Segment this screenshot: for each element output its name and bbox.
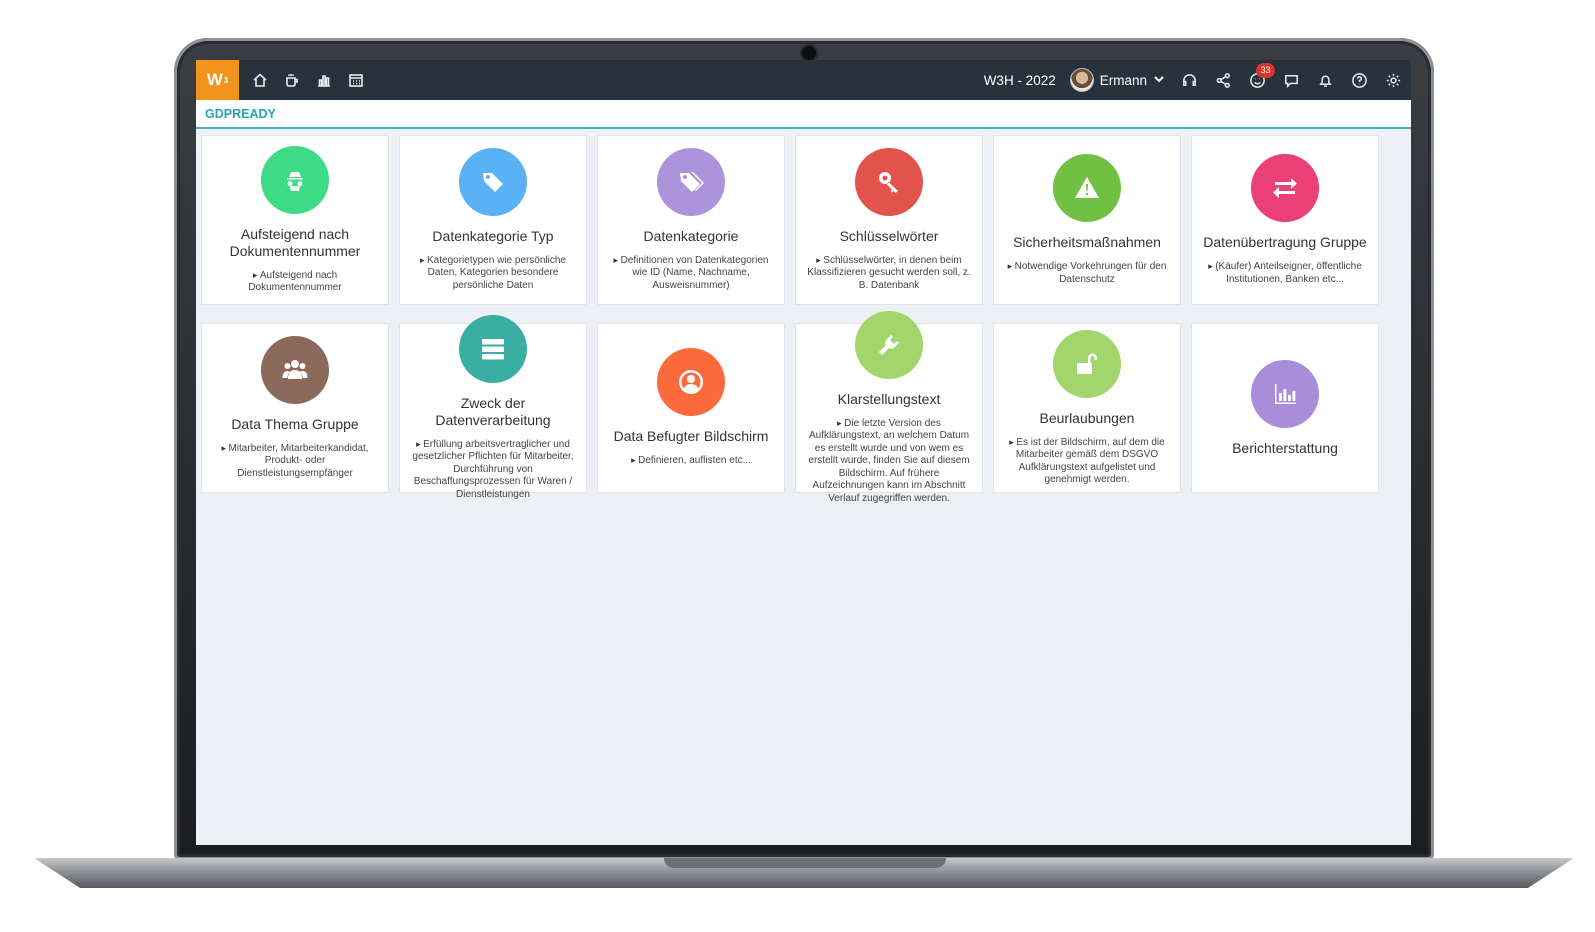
coffee-icon[interactable] [283,71,301,89]
module-icon-circle [1053,329,1121,398]
module-card-description: (Käufer) Anteilseigner, öffentliche Inst… [1200,260,1370,286]
module-header: GDPREADY [196,100,1411,129]
report-chart-icon [1275,383,1296,404]
tag-icon [483,172,503,192]
top-bar-right: W3H - 2022 Ermann 33 [984,63,1411,92]
module-card-title: Data Befugter Bildschirm [613,428,769,445]
module-icon-circle [1251,154,1319,222]
module-card-title: Klarstellungstext [837,390,941,407]
plug-icon [879,334,899,355]
module-card[interactable]: Aufsteigend nach Dokumentennummer Aufstei… [201,135,389,305]
server-icon [482,338,504,360]
module-icon-circle [657,147,725,216]
app-screen: W3 W3H - 2022 Ermann 33 GDPREADY Aufstei… [196,60,1411,845]
module-card-description: Kategorietypen wie persönliche Daten, Ka… [408,254,578,293]
module-card[interactable]: Zweck der Datenverarbeitung Erfüllung arb… [399,314,587,500]
module-card[interactable]: Beurlaubungen Es ist der Bildschirm, auf … [993,323,1181,493]
unlock-icon [1077,353,1097,374]
key-icon [879,171,898,193]
smiley-icon[interactable]: 33 [1247,63,1275,90]
help-icon[interactable] [1349,70,1369,90]
exchange-icon [1273,178,1297,198]
calendar-icon[interactable] [347,71,365,89]
module-card-title: Berichterstattung [1232,439,1338,456]
module-card[interactable]: Berichterstattung [1191,323,1379,493]
module-card-description: Definieren, auflisten etc... [631,454,751,468]
company-selector[interactable]: W3H - 2022 [984,73,1056,88]
tags-icon [680,171,704,192]
module-card[interactable]: Schlüsselwörter Schlüsselwörter, in denen… [795,135,983,305]
module-icon-circle [657,348,725,417]
module-card-title: Sicherheitsmaßnahmen [1013,234,1161,250]
module-card-description: Aufsteigend nach Dokumentennummer [210,269,380,295]
module-card-description: Die letzte Version des Aufklärungstext, … [804,417,974,506]
home-icon[interactable] [251,71,269,89]
warning-icon [1075,177,1099,198]
module-icon-circle [261,145,329,214]
nav-icons [251,71,365,89]
module-card[interactable]: Datenübertragung Gruppe (Käufer) Anteilse… [1191,135,1379,305]
module-card[interactable]: Data Thema Gruppe Mitarbeiter, Mitarbeite… [201,323,389,493]
module-card-description: Erfüllung arbeitsvertraglicher und geset… [408,438,578,502]
module-card-description: Mitarbeiter, Mitarbeiterkandidat, Produk… [210,442,380,481]
module-card-title: Aufsteigend nach Dokumentennummer [229,225,361,259]
user-circle-icon [679,370,704,395]
users-icon [282,359,308,379]
module-card[interactable]: Datenkategorie Definitionen von Datenkate… [597,135,785,305]
module-card-description: Schlüsselwörter, in denen beim Klassifiz… [804,254,974,293]
module-card[interactable]: Datenkategorie Typ Kategorietypen wie per… [399,135,587,305]
camera [802,46,816,60]
module-card-description: Notwendige Vorkehrungen für den Datensch… [1002,260,1172,286]
module-icon-circle [855,147,923,216]
user-menu[interactable]: Ermann [1069,68,1165,92]
module-card[interactable]: Sicherheitsmaßnahmen Notwendige Vorkehrun… [993,135,1181,305]
module-card-description: Es ist der Bildschirm, auf dem die Mitar… [1002,436,1172,487]
user-name: Ermann [1099,72,1147,88]
share-icon[interactable] [1213,70,1233,90]
module-card-title: Data Thema Gruppe [231,415,359,432]
module-card-title: Beurlaubungen [1039,409,1135,426]
module-title: GDPREADY [205,106,276,121]
module-card-title: Schlüsselwörter [839,227,939,244]
module-card-description: Definitionen von Datenkategorien wie ID … [606,254,776,293]
bell-icon[interactable] [1315,70,1335,90]
bar-chart-icon[interactable] [315,71,333,89]
laptop-notch [664,858,946,868]
module-icon-circle [261,335,329,404]
chevron-down-icon [1153,73,1165,88]
module-card-title: Datenkategorie Typ [432,227,554,244]
headset-icon[interactable] [1179,70,1199,90]
module-icon-circle [1053,154,1121,222]
chat-icon[interactable] [1281,70,1301,90]
module-grid: Aufsteigend nach Dokumentennummer Aufstei… [201,135,1384,504]
spy-icon [287,171,303,191]
module-icon-circle [459,314,527,383]
avatar [1069,68,1094,92]
module-card-title: Datenkategorie [643,227,739,244]
top-bar: W3 W3H - 2022 Ermann 33 [196,60,1411,100]
notification-badge: 33 [1256,63,1275,78]
module-card-title: Datenübertragung Gruppe [1203,234,1367,250]
app-logo[interactable]: W3 [196,60,239,100]
module-card[interactable]: Data Befugter Bildschirm Definieren, aufl… [597,323,785,493]
module-icon-circle [1251,359,1319,428]
module-card[interactable]: Klarstellungstext Die letzte Version des … [795,310,983,504]
module-card-title: Zweck der Datenverarbeitung [435,394,551,428]
module-icon-circle [855,310,923,379]
gear-icon[interactable] [1383,70,1403,90]
module-icon-circle [459,147,527,216]
